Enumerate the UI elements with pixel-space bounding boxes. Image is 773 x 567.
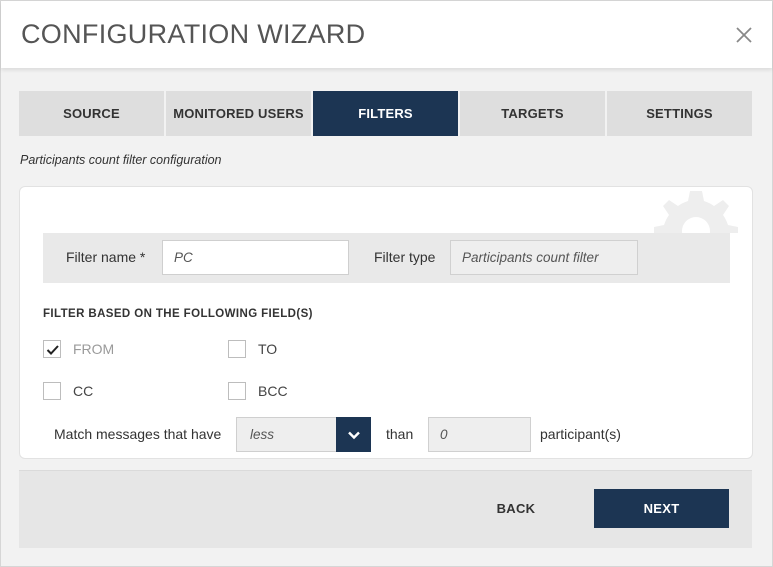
checkbox-from[interactable]: FROM bbox=[43, 340, 114, 358]
checkbox-from-label: FROM bbox=[73, 341, 115, 357]
checkbox-to-label: TO bbox=[258, 341, 278, 357]
tab-targets[interactable]: TARGETS bbox=[460, 91, 605, 136]
comparison-select-value: less bbox=[250, 427, 275, 442]
wizard-footer: BACK NEXT bbox=[19, 470, 752, 548]
configuration-wizard-dialog: CONFIGURATION WIZARD SOURCE MONITORED US… bbox=[0, 0, 773, 567]
checkbox-cc-box[interactable] bbox=[43, 382, 61, 400]
back-button[interactable]: BACK bbox=[479, 489, 553, 527]
match-suffix-label: participant(s) bbox=[540, 426, 621, 442]
checkmark-icon bbox=[46, 345, 59, 355]
checkbox-cc[interactable]: CC bbox=[43, 382, 93, 400]
filter-config-panel: Filter name * PC Filter type Participant… bbox=[19, 186, 753, 459]
dialog-title: CONFIGURATION WIZARD bbox=[21, 19, 366, 49]
dialog-header: CONFIGURATION WIZARD bbox=[1, 1, 772, 68]
next-button[interactable]: NEXT bbox=[594, 489, 729, 528]
filter-name-row: Filter name * PC Filter type Participant… bbox=[43, 233, 730, 283]
section-caption: Participants count filter configuration bbox=[20, 153, 222, 167]
checkbox-bcc[interactable]: BCC bbox=[228, 382, 288, 400]
checkbox-to[interactable]: TO bbox=[228, 340, 277, 358]
comparison-select[interactable]: less bbox=[236, 417, 371, 452]
checkbox-to-box[interactable] bbox=[228, 340, 246, 358]
filter-name-input[interactable]: PC bbox=[162, 240, 349, 275]
close-icon[interactable] bbox=[734, 25, 754, 45]
participants-count-input[interactable]: 0 bbox=[428, 417, 531, 452]
match-prefix-label: Match messages that have bbox=[54, 426, 222, 442]
gear-icon bbox=[654, 191, 738, 233]
tab-settings[interactable]: SETTINGS bbox=[607, 91, 752, 136]
filter-name-label: Filter name * bbox=[66, 249, 146, 265]
checkbox-bcc-box[interactable] bbox=[228, 382, 246, 400]
checkbox-bcc-label: BCC bbox=[258, 383, 288, 399]
chevron-down-icon[interactable] bbox=[336, 417, 371, 452]
match-middle-label: than bbox=[386, 426, 414, 442]
wizard-tabs: SOURCE MONITORED USERS FILTERS TARGETS S… bbox=[19, 91, 752, 136]
fields-heading: FILTER BASED ON THE FOLLOWING FIELD(S) bbox=[43, 308, 313, 320]
tab-source[interactable]: SOURCE bbox=[19, 91, 164, 136]
filter-type-field: Participants count filter bbox=[450, 240, 638, 275]
tab-monitored-users[interactable]: MONITORED USERS bbox=[166, 91, 311, 136]
filter-type-label: Filter type bbox=[374, 249, 436, 265]
tab-filters[interactable]: FILTERS bbox=[313, 91, 458, 136]
checkbox-from-box[interactable] bbox=[43, 340, 61, 358]
checkbox-cc-label: CC bbox=[73, 383, 94, 399]
